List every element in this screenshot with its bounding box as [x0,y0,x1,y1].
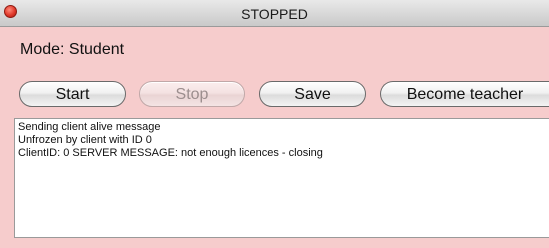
log-line: Sending client alive message [18,121,161,133]
app-window: STOPPED Mode: Student Start Stop Save Be… [0,0,549,248]
window-title: STOPPED [241,6,308,22]
log-line: ClientID: 0 SERVER MESSAGE: not enough l… [18,147,323,159]
title-bar[interactable]: STOPPED [0,0,549,27]
save-button[interactable]: Save [259,81,366,107]
become-teacher-button[interactable]: Become teacher [380,81,549,107]
stop-button[interactable]: Stop [139,81,245,107]
log-line: Unfrozen by client with ID 0 [18,134,152,146]
message-log[interactable]: Sending client alive message Unfrozen by… [14,118,549,238]
start-button[interactable]: Start [19,81,126,107]
mode-label: Mode: Student [20,41,125,58]
